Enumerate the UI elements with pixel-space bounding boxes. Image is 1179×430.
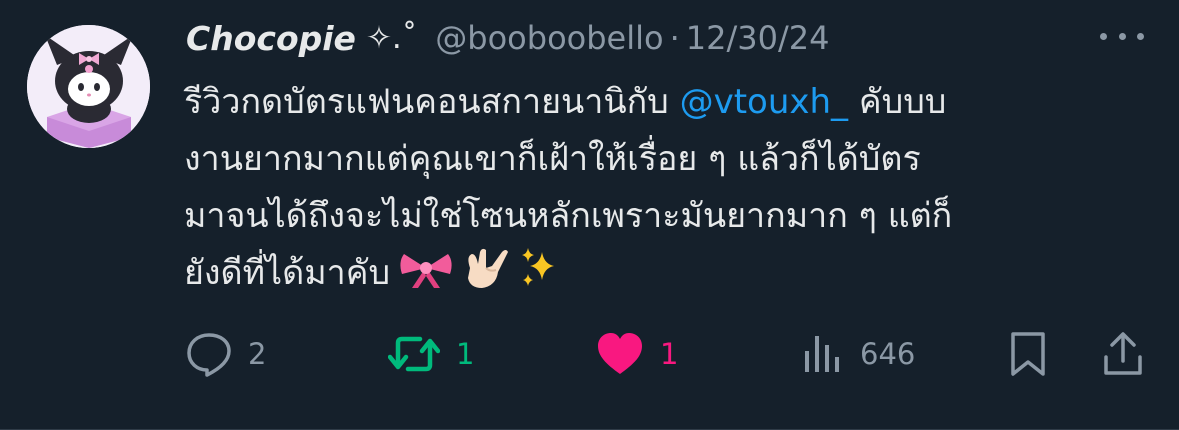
retweet-icon — [388, 336, 440, 372]
views-button[interactable]: 646 — [802, 328, 915, 380]
reply-count: 2 — [248, 337, 267, 371]
sparkles-emoji — [518, 246, 562, 308]
reply-icon — [187, 333, 231, 377]
avatar-kuromi-image — [27, 25, 150, 148]
more-options-icon[interactable] — [1100, 28, 1144, 44]
bookmark-button[interactable] — [1008, 328, 1048, 380]
share-icon — [1104, 332, 1142, 375]
tweet-text-line-4: ยังดีที่ได้มาคับ — [184, 245, 1154, 308]
avatar[interactable] — [27, 25, 150, 148]
retweet-button[interactable]: 1 — [388, 328, 474, 380]
mention-link[interactable]: @vtouxh_ — [680, 82, 848, 122]
user-handle[interactable]: @booboobello — [435, 19, 663, 57]
tweet-text-line-1: รีวิวกดบัตรแฟนคอนสกายนานิกับ @vtouxh_ คั… — [184, 82, 947, 122]
retweet-count: 1 — [456, 337, 475, 371]
bookmark-icon — [1011, 332, 1045, 376]
like-button[interactable]: 1 — [596, 328, 678, 380]
tweet-text-line-3: มาจนได้ถึงจะไม่ใช่โซนหลักเพราะมันยากมาก … — [184, 196, 953, 236]
ribbon-emoji — [398, 250, 454, 308]
tweet: Chocopie ✧.˚ @booboobello · 12/30/24 รีว… — [0, 0, 1179, 430]
tweet-date[interactable]: 12/30/24 — [686, 19, 830, 57]
reply-button[interactable]: 2 — [186, 328, 266, 380]
heart-icon — [598, 333, 642, 374]
views-chart-icon — [805, 336, 839, 372]
tweet-text: รีวิวกดบัตรแฟนคอนสกายนานิกับ @vtouxh_ คั… — [184, 74, 1154, 308]
like-count: 1 — [660, 337, 679, 371]
display-name[interactable]: Chocopie — [186, 19, 356, 58]
tweet-header: Chocopie ✧.˚ @booboobello · 12/30/24 — [186, 14, 829, 62]
separator-dot: · — [669, 19, 680, 57]
rock-hand-emoji — [462, 246, 510, 308]
action-bar: 2 1 1 646 — [0, 328, 1179, 380]
tweet-text-line-2: งานยากมากแต่คุณเขาก็เฝ้าให้เรื่อย ๆ แล้ว… — [184, 139, 921, 179]
views-count: 646 — [860, 337, 916, 371]
name-decoration: ✧.˚ — [365, 20, 418, 56]
share-button[interactable] — [1102, 328, 1144, 380]
